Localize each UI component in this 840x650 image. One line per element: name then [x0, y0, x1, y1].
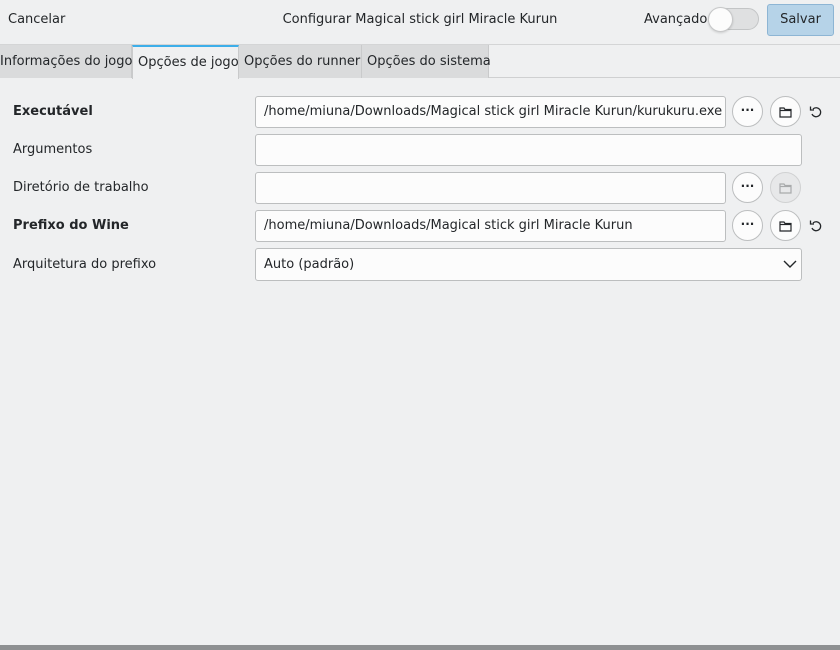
toggle-knob — [708, 7, 733, 32]
working-dir-field[interactable] — [255, 172, 726, 204]
more-icon: ··· — [740, 178, 755, 193]
wine-prefix-folder-button[interactable] — [770, 210, 801, 241]
more-icon: ··· — [740, 102, 755, 117]
executable-folder-button[interactable] — [770, 96, 801, 127]
prefix-arch-value: Auto (padrão) — [264, 257, 355, 272]
folder-icon — [779, 106, 792, 118]
wine-prefix-label: Prefixo do Wine — [13, 218, 129, 233]
save-button[interactable]: Salvar — [767, 4, 834, 36]
wine-prefix-field[interactable]: /home/miuna/Downloads/Magical stick girl… — [255, 210, 726, 242]
more-icon: ··· — [740, 216, 755, 231]
working-dir-folder-button[interactable] — [770, 172, 801, 203]
tab-game-options[interactable]: Opções de jogo — [132, 45, 239, 79]
window-bottom-edge — [0, 645, 840, 650]
executable-label: Executável — [13, 104, 93, 119]
wine-prefix-browse-button[interactable]: ··· — [732, 210, 763, 241]
executable-reset-icon[interactable] — [809, 105, 823, 119]
chevron-down-icon — [783, 260, 797, 268]
advanced-toggle[interactable] — [708, 7, 759, 32]
tab-bar: Informações do jogo Opções de jogo Opçõe… — [0, 45, 840, 79]
folder-icon — [779, 182, 792, 194]
tab-game-info[interactable]: Informações do jogo — [0, 45, 132, 78]
prefix-arch-label: Arquitetura do prefixo — [13, 257, 157, 272]
tab-runner-options[interactable]: Opções do runner — [239, 45, 362, 78]
wine-prefix-reset-icon[interactable] — [809, 219, 823, 233]
prefix-arch-select[interactable]: Auto (padrão) — [255, 248, 802, 281]
folder-icon — [779, 220, 792, 232]
advanced-label: Avançado — [644, 12, 708, 27]
arguments-field[interactable] — [255, 134, 802, 166]
executable-field[interactable]: /home/miuna/Downloads/Magical stick girl… — [255, 96, 726, 128]
working-dir-label: Diretório de trabalho — [13, 180, 149, 195]
arguments-label: Argumentos — [13, 142, 93, 157]
header-bar: Cancelar Configurar Magical stick girl M… — [0, 0, 840, 45]
tab-system-options[interactable]: Opções do sistema — [362, 45, 491, 78]
working-dir-browse-button[interactable]: ··· — [732, 172, 763, 203]
executable-browse-button[interactable]: ··· — [732, 96, 763, 127]
